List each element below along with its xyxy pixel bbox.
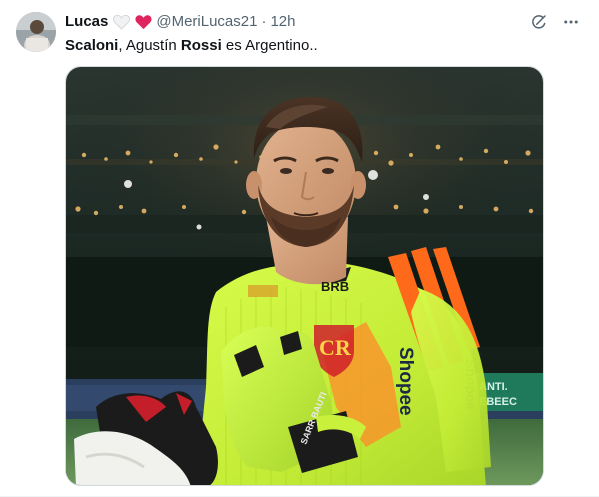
tweet-text: Scaloni, Agustín Rossi es Argentino.. bbox=[65, 36, 318, 56]
tweet-photo[interactable]: ANTI. EBEEC BRB CR Shopee SARR BAUTI bbox=[65, 66, 544, 486]
white-heart-icon bbox=[113, 14, 131, 30]
user-handle[interactable]: @MeriLucas21 bbox=[156, 12, 257, 32]
more-options-icon[interactable] bbox=[561, 12, 581, 32]
red-heart-icon bbox=[135, 14, 152, 30]
svg-text:CR: CR bbox=[319, 335, 352, 360]
tweet-text-bold-rossi: Rossi bbox=[180, 37, 222, 54]
tweet-text-part: es Argentino.. bbox=[221, 37, 318, 54]
grok-icon[interactable] bbox=[529, 12, 549, 32]
avatar[interactable] bbox=[16, 12, 56, 52]
tweet-text-part: , Agustín bbox=[118, 37, 181, 54]
header-actions bbox=[529, 12, 581, 32]
tweet-text-bold-scaloni: Scaloni bbox=[65, 37, 119, 54]
separator-dot: · bbox=[261, 13, 267, 30]
sleeve-sponsor: Shopee bbox=[395, 347, 416, 416]
chest-sponsor: BRB bbox=[321, 279, 349, 294]
tweet-card[interactable]: Lucas @MeriLucas21 · 12h Scaloni, Agustí… bbox=[0, 0, 599, 497]
tweet-header: Lucas @MeriLucas21 · 12h bbox=[65, 12, 296, 32]
display-name[interactable]: Lucas bbox=[65, 12, 108, 32]
timestamp[interactable]: 12h bbox=[270, 12, 295, 32]
